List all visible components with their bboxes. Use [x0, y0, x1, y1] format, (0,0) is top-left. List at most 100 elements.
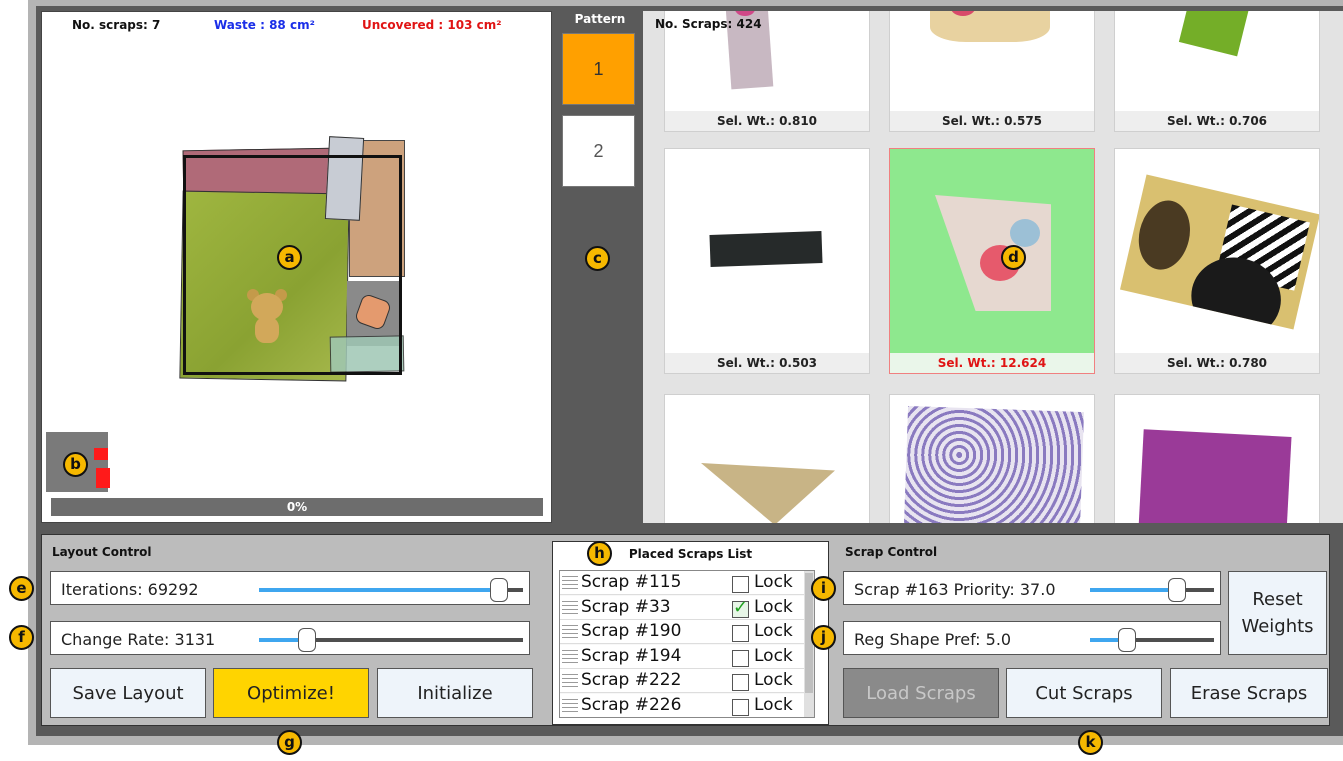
scrap-control-title: Scrap Control: [845, 545, 938, 559]
change-rate-label: Change Rate: 3131: [61, 630, 216, 649]
uncovered-readout: Uncovered : 103 cm²: [362, 18, 502, 32]
scrap-name: Scrap #194: [581, 645, 682, 666]
drag-handle-icon[interactable]: [562, 674, 578, 688]
scrap-image: [1115, 149, 1319, 373]
list-item[interactable]: Scrap #226 Lock: [560, 693, 814, 717]
drag-handle-icon[interactable]: [562, 625, 578, 639]
lock-checkbox[interactable]: [732, 649, 749, 667]
placed-scraps-panel: Placed Scraps List Scrap #115 Lock Scrap…: [552, 541, 829, 725]
lock-label: Lock: [754, 572, 793, 592]
list-item[interactable]: Scrap #190 Lock: [560, 620, 814, 644]
scrap-card[interactable]: [664, 394, 870, 523]
optimize-button[interactable]: Optimize!: [213, 668, 369, 718]
figure-marker: g: [277, 730, 302, 755]
lock-label: Lock: [754, 645, 793, 666]
change-rate-slider[interactable]: [259, 628, 523, 652]
drag-handle-icon[interactable]: [562, 576, 578, 590]
selection-weight: Sel. Wt.: 0.503: [665, 353, 869, 373]
priority-slider-row: Scrap #163 Priority: 37.0: [843, 571, 1221, 605]
progress-text: 0%: [286, 500, 308, 514]
shape-pref-slider-thumb[interactable]: [1118, 628, 1136, 652]
scrap-name: Scrap #115: [581, 572, 682, 592]
iterations-slider-row: Iterations: 69292: [50, 571, 530, 605]
cut-scraps-button[interactable]: Cut Scraps: [1006, 668, 1162, 718]
scrap-gallery[interactable]: No. Scraps: 424 Sel. Wt.: 0.810 Sel. Wt.…: [643, 11, 1343, 523]
change-rate-slider-row: Change Rate: 3131: [50, 621, 530, 655]
figure-marker: a: [277, 245, 302, 270]
iterations-slider-fill: [259, 588, 499, 592]
selection-weight: Sel. Wt.: 12.624: [890, 353, 1094, 373]
reset-weights-button[interactable]: Reset Weights: [1228, 571, 1327, 655]
change-rate-slider-thumb[interactable]: [298, 628, 316, 652]
lock-label: Lock: [754, 694, 793, 715]
list-item[interactable]: Scrap #115 Lock: [560, 571, 814, 595]
lock-checkbox[interactable]: [732, 698, 749, 716]
selection-weight: Sel. Wt.: 0.810: [665, 111, 869, 131]
scrap-image: [665, 395, 869, 523]
figure-marker: j: [811, 625, 836, 650]
scrap-card[interactable]: Sel. Wt.: 0.575: [889, 11, 1095, 132]
iterations-slider[interactable]: [259, 578, 523, 602]
erase-scraps-button[interactable]: Erase Scraps: [1170, 668, 1328, 718]
lock-checkbox[interactable]: [732, 625, 749, 642]
figure-marker: c: [585, 246, 610, 271]
pattern-title: Pattern: [574, 12, 626, 26]
checkmark-icon: ✓: [733, 596, 749, 618]
figure-marker: i: [811, 576, 836, 601]
selection-weight: Sel. Wt.: 0.575: [890, 111, 1094, 131]
save-layout-button[interactable]: Save Layout: [50, 668, 206, 718]
scrap-card[interactable]: Sel. Wt.: 0.706: [1114, 11, 1320, 132]
list-item[interactable]: Scrap #194 Lock: [560, 644, 814, 669]
figure-marker: b: [63, 452, 88, 477]
priority-slider-fill: [1090, 588, 1177, 592]
scrap-card[interactable]: [889, 394, 1095, 523]
selection-weight: Sel. Wt.: 0.780: [1115, 353, 1319, 373]
scrap-card-selected[interactable]: Sel. Wt.: 12.624: [889, 148, 1095, 374]
shape-pref-slider-row: Reg Shape Pref: 5.0: [843, 621, 1221, 655]
scrap-image: [665, 149, 869, 373]
shape-pref-label: Reg Shape Pref: 5.0: [854, 630, 1012, 649]
lock-label: Lock: [754, 596, 793, 617]
priority-slider-thumb[interactable]: [1168, 578, 1186, 602]
shape-pref-slider[interactable]: [1090, 628, 1214, 652]
iterations-slider-thumb[interactable]: [490, 578, 508, 602]
scrap-name: Scrap #222: [581, 670, 682, 690]
scrap-image: [890, 149, 1094, 373]
selection-weight: Sel. Wt.: 0.706: [1115, 111, 1319, 131]
pattern-button-1[interactable]: 1: [562, 33, 635, 105]
scrap-name: Scrap #226: [581, 694, 682, 715]
figure-marker: k: [1078, 730, 1103, 755]
scrap-count: No. scraps: 7: [72, 18, 161, 32]
drag-handle-icon[interactable]: [562, 698, 578, 713]
figure-marker: d: [1001, 245, 1026, 270]
drag-handle-icon[interactable]: [562, 600, 578, 615]
priority-slider[interactable]: [1090, 578, 1214, 602]
figure-marker: f: [9, 625, 34, 650]
priority-label: Scrap #163 Priority: 37.0: [854, 580, 1056, 599]
list-item[interactable]: Scrap #222 Lock: [560, 669, 814, 693]
iterations-label: Iterations: 69292: [61, 580, 199, 599]
figure-marker: h: [587, 541, 612, 566]
lock-label: Lock: [754, 670, 793, 690]
uncovered-region: [96, 468, 110, 488]
lock-checkbox[interactable]: [732, 674, 749, 691]
pattern-button-2[interactable]: 2: [562, 115, 635, 187]
scrap-name: Scrap #33: [581, 596, 671, 617]
lock-label: Lock: [754, 621, 793, 641]
initialize-button[interactable]: Initialize: [377, 668, 533, 718]
drag-handle-icon[interactable]: [562, 649, 578, 664]
list-item[interactable]: Scrap #33 ✓ Lock: [560, 595, 814, 620]
scrap-name: Scrap #190: [581, 621, 682, 641]
scrap-card[interactable]: [1114, 394, 1320, 523]
scrap-image: [890, 395, 1094, 523]
gallery-scrap-count: No. Scraps: 424: [655, 17, 762, 31]
waste-readout: Waste : 88 cm²: [214, 18, 315, 32]
load-scraps-button[interactable]: Load Scraps: [843, 668, 999, 718]
lock-checkbox[interactable]: [732, 576, 749, 593]
scrap-card[interactable]: Sel. Wt.: 0.503: [664, 148, 870, 374]
optimization-progress-bar: 0%: [51, 498, 543, 516]
placed-scraps-list[interactable]: Scrap #115 Lock Scrap #33 ✓ Lock Scrap #…: [559, 570, 815, 718]
scrap-card[interactable]: Sel. Wt.: 0.780: [1114, 148, 1320, 374]
layout-control-title: Layout Control: [52, 545, 152, 559]
lock-checkbox[interactable]: ✓: [732, 597, 749, 618]
